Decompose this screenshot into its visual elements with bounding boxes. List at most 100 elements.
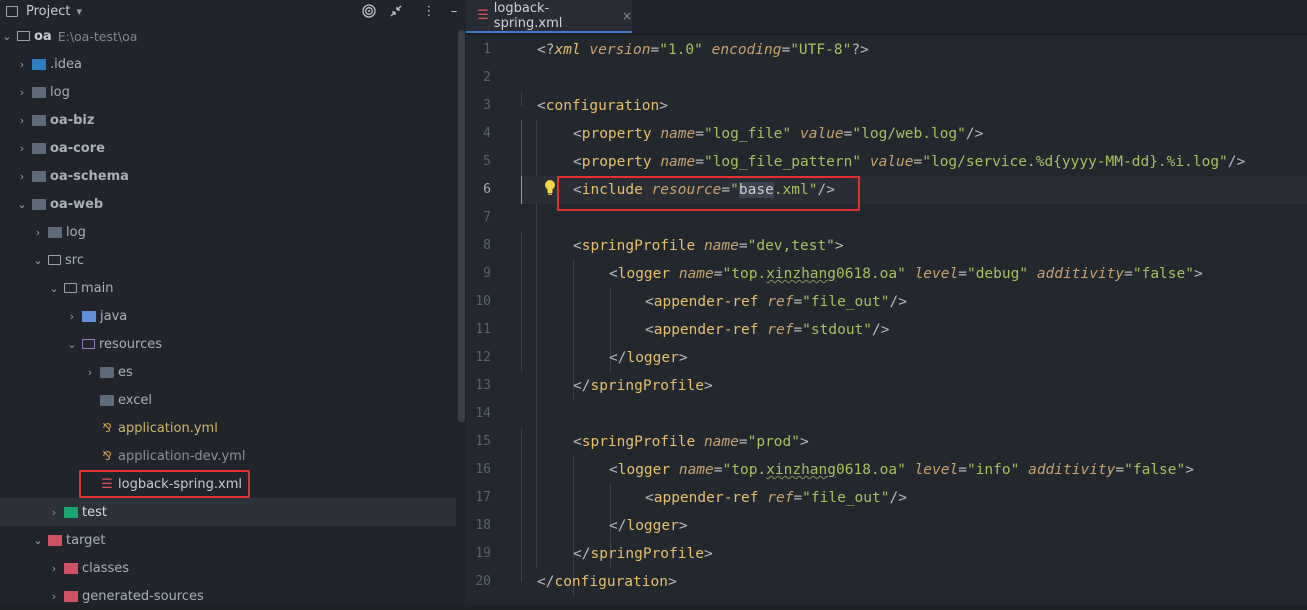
chevron-down-icon[interactable]: ⌄ xyxy=(31,254,45,267)
chevron-right-icon[interactable]: › xyxy=(47,562,61,575)
code-line-10: <appender-ref ref="file_out"/> xyxy=(522,288,1307,316)
token: < xyxy=(573,238,582,254)
tree-item-generated-sources[interactable]: › generated-sources xyxy=(0,582,456,610)
tree-item-oa-core[interactable]: › oa-core xyxy=(0,134,456,162)
token: name xyxy=(660,154,696,170)
tree-label: es xyxy=(118,364,133,380)
chevron-right-icon[interactable]: › xyxy=(15,170,29,183)
chevron-right-icon[interactable]: › xyxy=(15,58,29,71)
tree-item-idea[interactable]: › .idea xyxy=(0,50,456,78)
tree-item-resources[interactable]: ⌄ resources xyxy=(0,330,456,358)
project-title[interactable]: Project xyxy=(26,4,70,19)
token: < xyxy=(645,490,654,506)
code-line-4: <property name="log_file" value="log/web… xyxy=(522,120,1307,148)
token: "stdout" xyxy=(802,322,873,338)
line-number: 10 xyxy=(475,294,491,309)
token: = xyxy=(650,42,660,58)
line-number: 18 xyxy=(475,518,491,533)
token: = xyxy=(695,154,704,170)
yaml-file-icon: ⅋ xyxy=(102,421,112,435)
chevron-right-icon[interactable]: › xyxy=(83,366,97,379)
token: "top. xyxy=(722,266,767,282)
project-dropdown-icon[interactable]: ▾ xyxy=(76,5,82,18)
locate-file-icon[interactable] xyxy=(360,2,378,20)
token: level xyxy=(914,266,959,282)
tree-scrollbar[interactable] xyxy=(458,30,465,422)
lightbulb-icon[interactable] xyxy=(542,178,558,198)
chevron-right-icon[interactable]: › xyxy=(47,590,61,603)
tree-label: log xyxy=(50,84,70,100)
token: appender-ref xyxy=(653,294,768,310)
tree-item-java[interactable]: › java xyxy=(0,302,456,330)
line-number: 3 xyxy=(483,98,491,113)
token: xinzhang xyxy=(766,266,836,282)
close-icon[interactable]: × xyxy=(622,9,632,23)
tree-item-test[interactable]: › test xyxy=(0,498,456,526)
token: name xyxy=(678,266,714,282)
chevron-down-icon[interactable]: ⌄ xyxy=(65,338,79,351)
chevron-right-icon[interactable]: › xyxy=(47,506,61,519)
tree-item-oa[interactable]: ⌄ oa E:\oa-test\oa xyxy=(0,22,456,50)
code-editor[interactable]: <?xml version="1.0" encoding="UTF-8"?> <… xyxy=(522,36,1307,605)
line-number: 7 xyxy=(483,210,491,225)
tree-label: .idea xyxy=(50,56,82,72)
project-path: E:\oa-test\oa xyxy=(57,28,138,44)
tree-item-oa-web[interactable]: ⌄ oa-web xyxy=(0,190,456,218)
project-panel: Project ▾ ⋮ – ⌄ oa E:\oa-test\oa › .idea… xyxy=(0,0,466,605)
tree-label: oa-biz xyxy=(50,112,95,128)
token: ref xyxy=(767,322,794,338)
tree-item-log[interactable]: › log xyxy=(0,78,456,106)
token: < xyxy=(573,434,582,450)
token: = xyxy=(713,462,723,478)
java-folder-icon xyxy=(82,310,96,322)
token: property xyxy=(581,154,661,170)
tree-item-application-yml[interactable]: ⅋ application.yml xyxy=(0,414,456,442)
tab-logback-spring-xml[interactable]: ☰ logback-spring.xml × xyxy=(466,0,632,33)
tree-item-main[interactable]: ⌄ main xyxy=(0,274,456,302)
token: "top. xyxy=(722,462,767,478)
tree-item-target[interactable]: ⌄ target xyxy=(0,526,456,554)
token: /> xyxy=(889,490,907,506)
tree-item-excel[interactable]: excel xyxy=(0,386,456,414)
token: < xyxy=(609,266,618,282)
minimize-icon[interactable]: – xyxy=(445,2,463,20)
tree-item-src[interactable]: ⌄ src xyxy=(0,246,456,274)
line-number: 19 xyxy=(475,546,491,561)
tree-item-oa-schema[interactable]: › oa-schema xyxy=(0,162,456,190)
token: /> xyxy=(889,294,907,310)
tree-label: application-dev.yml xyxy=(118,448,246,464)
chevron-down-icon[interactable]: ⌄ xyxy=(15,198,29,211)
chevron-right-icon[interactable]: › xyxy=(15,86,29,99)
tree-item-application-dev-yml[interactable]: ⅋ application-dev.yml xyxy=(0,442,456,470)
tree-item-classes[interactable]: › classes xyxy=(0,554,456,582)
source-folder-icon xyxy=(48,255,61,265)
token: "file_out" xyxy=(802,294,890,310)
line-number: 4 xyxy=(483,126,491,141)
chevron-down-icon[interactable]: ⌄ xyxy=(47,282,61,295)
tree-label: oa-web xyxy=(50,196,104,212)
chevron-right-icon[interactable]: › xyxy=(31,226,45,239)
chevron-right-icon[interactable]: › xyxy=(15,114,29,127)
tree-item-web-log[interactable]: › log xyxy=(0,218,456,246)
editor-tab-bar: ☰ logback-spring.xml × xyxy=(466,0,1307,34)
tree-label: classes xyxy=(82,560,130,576)
code-line-3: <configuration> xyxy=(522,92,1307,120)
token: xml xyxy=(554,42,590,58)
chevron-right-icon[interactable]: › xyxy=(65,310,79,323)
more-options-icon[interactable]: ⋮ xyxy=(420,2,438,20)
folder-icon xyxy=(32,86,46,98)
token: > xyxy=(667,574,677,590)
collapse-all-icon[interactable] xyxy=(387,2,405,20)
project-header: Project ▾ ⋮ – xyxy=(0,0,466,22)
chevron-down-icon[interactable]: ⌄ xyxy=(31,534,45,547)
idea-folder-icon xyxy=(32,58,46,70)
token: = xyxy=(781,42,791,58)
token: "prod" xyxy=(747,434,800,450)
tree-label: src xyxy=(65,252,84,268)
token: = xyxy=(713,266,723,282)
tree-item-oa-biz[interactable]: › oa-biz xyxy=(0,106,456,134)
tree-item-es[interactable]: › es xyxy=(0,358,456,386)
chevron-right-icon[interactable]: › xyxy=(15,142,29,155)
chevron-down-icon[interactable]: ⌄ xyxy=(0,30,14,43)
